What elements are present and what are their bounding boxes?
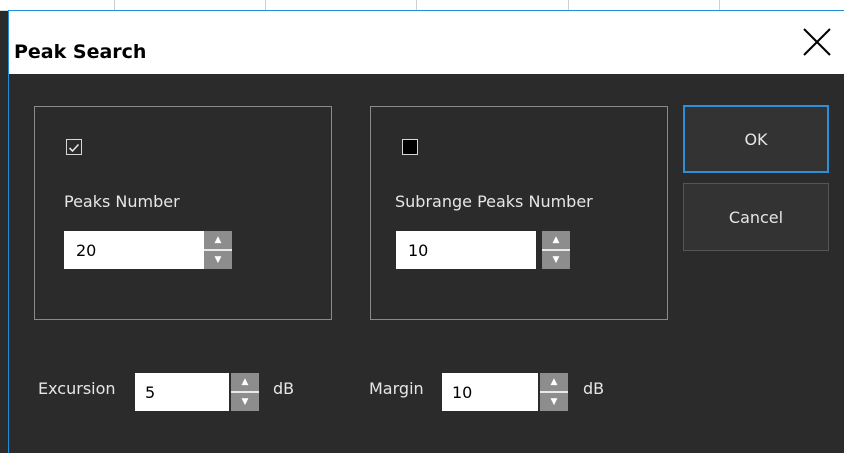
subrange-peaks-number-input[interactable] — [396, 231, 536, 269]
peaks-group: Peaks Number ▲ ▼ — [34, 106, 332, 320]
excursion-spin-buttons: ▲ ▼ — [231, 373, 259, 411]
peak-search-dialog: Peak Search Peaks Number ▲ ▼ Subrange Pe… — [8, 10, 844, 453]
arrow-up-icon[interactable]: ▲ — [542, 231, 570, 249]
arrow-up-icon[interactable]: ▲ — [540, 373, 568, 391]
margin-spinner: ▲ ▼ — [442, 373, 570, 411]
dialog-title: Peak Search — [14, 41, 147, 63]
cancel-button[interactable]: Cancel — [683, 183, 829, 251]
margin-label: Margin — [369, 379, 424, 398]
background-divider — [416, 0, 417, 10]
arrow-down-icon[interactable]: ▼ — [542, 251, 570, 269]
margin-input[interactable] — [442, 373, 538, 411]
peaks-number-input[interactable] — [64, 231, 204, 269]
arrow-down-icon[interactable]: ▼ — [204, 251, 232, 269]
excursion-unit: dB — [273, 379, 295, 398]
arrow-up-icon[interactable]: ▲ — [204, 231, 232, 249]
background-divider — [719, 0, 720, 10]
peaks-number-label: Peaks Number — [64, 192, 180, 211]
checkmark-icon — [68, 143, 80, 153]
margin-unit: dB — [583, 379, 605, 398]
arrow-down-icon[interactable]: ▼ — [231, 393, 259, 411]
excursion-label: Excursion — [38, 379, 116, 398]
peaks-spin-buttons: ▲ ▼ — [204, 231, 232, 269]
title-bar: Peak Search — [9, 11, 844, 74]
excursion-input[interactable] — [135, 373, 229, 411]
ok-button[interactable]: OK — [683, 105, 829, 173]
close-icon — [803, 28, 831, 56]
arrow-up-icon[interactable]: ▲ — [231, 373, 259, 391]
subrange-peaks-number-spinner: ▲ ▼ — [396, 231, 570, 269]
margin-spin-buttons: ▲ ▼ — [540, 373, 568, 411]
subrange-group: Subrange Peaks Number ▲ ▼ — [370, 106, 668, 320]
background-divider — [568, 0, 569, 10]
subrange-enable-checkbox[interactable] — [402, 139, 418, 155]
background-divider — [114, 0, 115, 10]
subrange-peaks-number-label: Subrange Peaks Number — [395, 192, 593, 211]
arrow-down-icon[interactable]: ▼ — [540, 393, 568, 411]
peaks-enable-checkbox[interactable] — [66, 139, 82, 155]
excursion-spinner: ▲ ▼ — [135, 373, 263, 411]
subrange-spin-buttons: ▲ ▼ — [542, 231, 570, 269]
background-divider — [265, 0, 266, 10]
peaks-number-spinner: ▲ ▼ — [64, 231, 236, 269]
close-button[interactable] — [800, 25, 834, 59]
